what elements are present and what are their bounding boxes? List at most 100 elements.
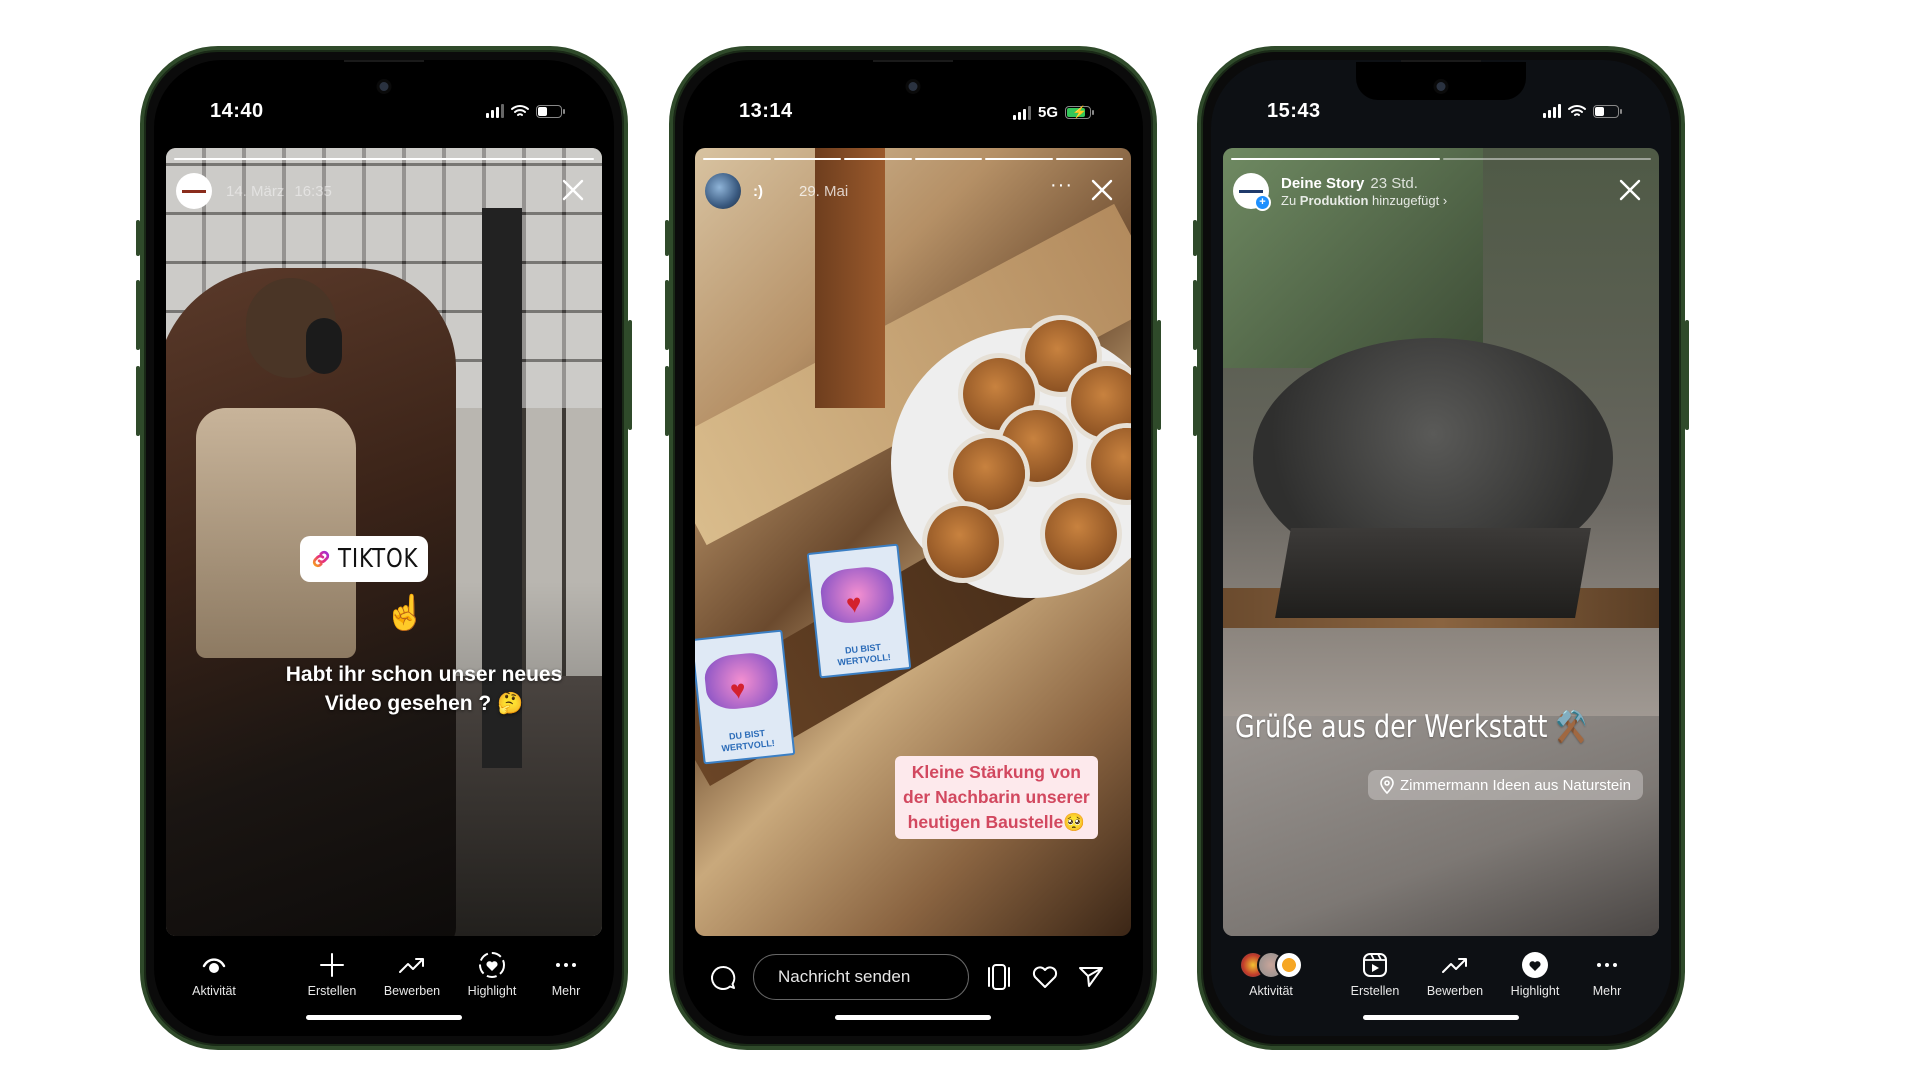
story-time: 16:35 [294, 182, 332, 200]
send-icon[interactable] [1077, 964, 1105, 990]
added-to-highlight-link[interactable]: Zu Produktion hinzugefügt › [1281, 193, 1447, 208]
network-type: 5G [1037, 104, 1058, 121]
caption-line: Habt ihr schon unser neues [285, 663, 563, 686]
carousel-icon[interactable] [985, 962, 1013, 992]
pointing-up-sticker: ☝ [384, 594, 427, 632]
close-icon[interactable] [1615, 175, 1645, 205]
more-button[interactable]: Mehr [1567, 948, 1647, 998]
toolbar-label: Mehr [551, 984, 581, 998]
account-avatar[interactable]: + [1233, 173, 1271, 211]
heart-icon[interactable] [1031, 964, 1059, 990]
story-caption: Grüße aus der Werkstatt ⚒️ [1235, 709, 1588, 745]
front-camera [908, 82, 918, 91]
story-caption: Habt ihr schon unser neues Video gesehen… [246, 660, 602, 718]
message-placeholder: Nachricht senden [778, 967, 911, 986]
account-name[interactable]: :) [753, 183, 763, 200]
cellular-signal-icon [1012, 105, 1031, 120]
link-sticker-label: TIKTOK [338, 544, 419, 574]
power-button [1157, 320, 1161, 430]
viewer-avatars [1231, 948, 1311, 982]
reply-bar: Nachricht senden [695, 948, 1131, 1018]
status-bar: 15:43 [1211, 100, 1671, 130]
more-options-icon[interactable]: ··· [1050, 175, 1073, 195]
story-age: 23 Std. [1370, 174, 1418, 192]
create-button[interactable]: Erstellen [1335, 948, 1415, 998]
home-indicator[interactable] [835, 1015, 991, 1020]
mute-switch [136, 220, 140, 256]
add-badge-icon: + [1254, 194, 1271, 211]
home-indicator[interactable] [306, 1015, 462, 1020]
promote-button[interactable]: Bewerben [372, 948, 452, 998]
create-button[interactable]: Erstellen [292, 948, 372, 998]
power-button [628, 320, 632, 430]
notch [1356, 62, 1526, 100]
account-avatar[interactable] [176, 173, 212, 209]
trending-icon [399, 958, 424, 973]
highlight-heart-icon [479, 952, 505, 978]
more-button[interactable]: Mehr [526, 948, 606, 998]
toolbar-label: Highlight [467, 984, 517, 998]
toolbar-label: Aktivität [1249, 984, 1293, 998]
angel-card: ♥ DU BIST WERTVOLL! [695, 629, 796, 765]
location-name: Zimmermann Ideen aus Naturstein [1400, 776, 1631, 794]
front-camera [1436, 82, 1446, 91]
highlight-button[interactable]: Highlight [452, 948, 532, 998]
activity-button[interactable]: Aktivität [174, 948, 254, 998]
cellular-signal-icon [1543, 104, 1561, 118]
toolbar-label: Aktivität [192, 984, 236, 998]
battery-charging-icon: ⚡ [1065, 105, 1094, 119]
story-viewer[interactable]: 14. März 16:35 TIKTOK ☝ Habt ihr schon u… [166, 148, 602, 936]
story-caption: Kleine Stärkung von der Nachbarin unsere… [895, 756, 1098, 839]
story-toolbar: Aktivität Erstellen Bewerben Highlight M… [1223, 948, 1659, 1018]
status-bar: 13:14 5G ⚡ [683, 100, 1143, 130]
status-time: 15:43 [1267, 100, 1321, 122]
highlight-button[interactable]: Highlight [1495, 948, 1575, 998]
notch [299, 62, 469, 100]
trending-icon [1442, 958, 1467, 973]
camera-chat-icon[interactable] [709, 964, 737, 992]
story-header: + Deine Story 23 Std. Zu Produktion hinzu… [1233, 170, 1649, 212]
story-viewer[interactable]: + Deine Story 23 Std. Zu Produktion hinzu… [1223, 148, 1659, 936]
story-toolbar: Aktivität Erstellen Bewerben Highlight M… [166, 948, 602, 1018]
status-time: 13:14 [739, 100, 793, 122]
phone-1: 14:40 14. März 16:35 TIKTOK ☝ Habt ihr s… [136, 46, 632, 1050]
status-time: 14:40 [210, 100, 264, 122]
toolbar-label: Mehr [1592, 984, 1622, 998]
caption-line: Kleine Stärkung von [911, 762, 1081, 782]
mute-switch [665, 220, 669, 256]
story-progress [703, 158, 1123, 160]
account-name: Deine Story [1281, 174, 1365, 192]
toolbar-label: Erstellen [1350, 984, 1400, 998]
story-header: :) 29. Mai ··· [705, 170, 1121, 212]
more-icon [556, 963, 576, 967]
eye-icon [202, 958, 226, 973]
angel-card: ♥ DU BIST WERTVOLL! [806, 543, 912, 679]
message-input[interactable]: Nachricht senden [753, 954, 969, 1000]
volume-down-button [665, 366, 669, 436]
caption-line: der Nachbarin unserer [903, 787, 1090, 807]
cellular-signal-icon [486, 104, 504, 118]
heart-filled-circle-icon [1522, 952, 1548, 978]
location-sticker[interactable]: Zimmermann Ideen aus Naturstein [1368, 770, 1643, 800]
home-indicator[interactable] [1363, 1015, 1519, 1020]
close-icon[interactable] [558, 175, 588, 205]
story-header: 14. März 16:35 [176, 170, 592, 212]
story-viewer[interactable]: ♥ DU BIST WERTVOLL! ♥ DU BIST WERTVOLL! :)… [695, 148, 1131, 936]
link-sticker[interactable]: TIKTOK [300, 536, 428, 582]
link-icon [312, 550, 330, 568]
plus-icon [320, 953, 344, 977]
more-icon [1597, 963, 1617, 967]
story-photo [1223, 148, 1659, 936]
activity-button[interactable]: Aktivität [1231, 948, 1311, 998]
reels-icon [1363, 953, 1387, 977]
power-button [1685, 320, 1689, 430]
volume-up-button [665, 280, 669, 350]
toolbar-label: Bewerben [1426, 984, 1484, 998]
volume-down-button [136, 366, 140, 436]
mute-switch [1193, 220, 1197, 256]
close-icon[interactable] [1087, 175, 1117, 205]
promote-button[interactable]: Bewerben [1415, 948, 1495, 998]
story-date: 29. Mai [799, 182, 849, 200]
front-camera [379, 82, 389, 91]
account-avatar[interactable] [705, 173, 741, 209]
